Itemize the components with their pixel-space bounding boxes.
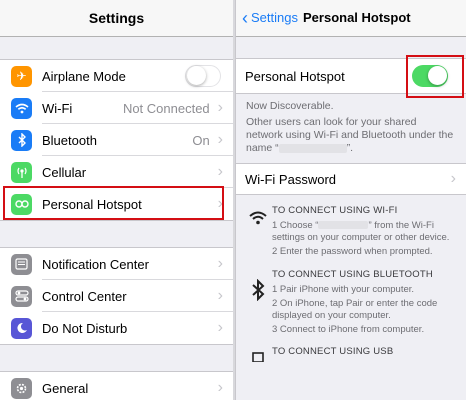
- chevron-right-icon: ›: [217, 287, 223, 304]
- bluetooth-icon: [244, 269, 272, 338]
- bluetooth-instructions-heading: TO CONNECT USING BLUETOOTH: [272, 269, 433, 280]
- settings-navbar: Settings: [0, 0, 233, 37]
- wifi-instructions-heading: TO CONNECT USING WI-FI: [272, 205, 398, 216]
- bluetooth-step-3: 3 Connect to iPhone from computer.: [272, 324, 425, 335]
- chevron-right-icon: ›: [450, 170, 456, 187]
- bluetooth-instructions: TO CONNECT USING BLUETOOTH 1 Pair iPhone…: [236, 269, 466, 338]
- bluetooth-icon: [11, 129, 32, 151]
- cellular-icon: [11, 161, 32, 183]
- wifi-status: Not Connected: [122, 100, 210, 116]
- back-label: Settings: [251, 10, 298, 25]
- row-label: Notification Center: [42, 256, 149, 272]
- settings-panel: Settings ✈ Airplane Mode Wi-Fi Not Conne…: [0, 0, 233, 400]
- bluetooth-status: On: [192, 132, 210, 148]
- row-label: Wi-Fi: [42, 100, 73, 116]
- usb-instructions-heading: TO CONNECT USING USB: [272, 346, 394, 357]
- row-control-center[interactable]: Control Center ›: [0, 280, 233, 312]
- notification-center-icon: [11, 253, 32, 275]
- row-label: Bluetooth: [42, 132, 97, 148]
- row-cellular[interactable]: Cellular ›: [0, 156, 233, 188]
- wifi-step-1: 1 Choose “” from the Wi-Fi settings on y…: [272, 220, 458, 244]
- row-airplane-mode[interactable]: ✈ Airplane Mode: [0, 60, 233, 92]
- usb-icon: [244, 346, 272, 362]
- chevron-right-icon: ›: [217, 163, 223, 180]
- chevron-right-icon: ›: [217, 255, 223, 272]
- hotspot-switch-highlight: [406, 55, 464, 98]
- page-title: Settings: [88, 10, 145, 26]
- wifi-icon: [244, 205, 272, 260]
- row-bluetooth[interactable]: Bluetooth On ›: [0, 124, 233, 156]
- row-wifi-password[interactable]: Wi-Fi Password ›: [236, 164, 466, 194]
- settings-group-system: Notification Center › Control Center › D…: [0, 247, 233, 345]
- wifi-password-group: Wi-Fi Password ›: [236, 163, 466, 195]
- discoverable-note: Now Discoverable. Other users can look f…: [236, 100, 466, 155]
- row-label: Personal Hotspot: [245, 68, 345, 84]
- settings-group-general: General ›: [0, 371, 233, 400]
- chevron-right-icon: ›: [217, 99, 223, 116]
- row-label: Wi-Fi Password: [245, 171, 337, 187]
- control-center-icon: [11, 285, 32, 307]
- bluetooth-step-1: 1 Pair iPhone with your computer.: [272, 284, 415, 295]
- wifi-step-2: 2 Enter the password when prompted.: [272, 246, 433, 257]
- network-name-redacted: [318, 221, 369, 230]
- row-label: Do Not Disturb: [42, 320, 128, 336]
- row-label: General: [42, 380, 89, 396]
- discoverable-text: Now Discoverable.: [246, 100, 334, 112]
- row-label: Airplane Mode: [42, 68, 126, 84]
- network-name-redacted: [278, 143, 347, 153]
- chevron-right-icon: ›: [217, 319, 223, 336]
- page-title: Personal Hotspot: [303, 10, 411, 25]
- share-description: Other users can look for your shared net…: [246, 116, 456, 155]
- row-label: Control Center: [42, 288, 127, 304]
- chevron-left-icon: ‹: [242, 7, 248, 28]
- do-not-disturb-icon: [11, 317, 32, 339]
- personal-hotspot-highlight: [3, 186, 224, 220]
- back-button[interactable]: ‹ Settings: [242, 7, 298, 28]
- gear-icon: [11, 377, 32, 399]
- airplane-mode-switch[interactable]: [185, 65, 221, 87]
- row-general[interactable]: General ›: [0, 372, 233, 400]
- wifi-icon: [11, 97, 32, 119]
- usb-instructions: TO CONNECT USING USB: [236, 346, 466, 362]
- share-text-end: ”.: [346, 142, 354, 154]
- row-wifi[interactable]: Wi-Fi Not Connected ›: [0, 92, 233, 124]
- row-notification-center[interactable]: Notification Center ›: [0, 248, 233, 280]
- hotspot-navbar: ‹ Settings Personal Hotspot: [236, 0, 466, 37]
- chevron-right-icon: ›: [217, 379, 223, 396]
- row-label: Cellular: [42, 164, 87, 180]
- chevron-right-icon: ›: [217, 131, 223, 148]
- bluetooth-step-2: 2 On iPhone, tap Pair or enter the code …: [272, 298, 438, 321]
- row-do-not-disturb[interactable]: Do Not Disturb ›: [0, 312, 233, 344]
- wifi-step-1-text: 1 Choose “: [272, 220, 319, 231]
- airplane-icon: ✈: [11, 65, 32, 87]
- personal-hotspot-panel: ‹ Settings Personal Hotspot Personal Hot…: [235, 0, 466, 400]
- wifi-instructions: TO CONNECT USING WI-FI 1 Choose “” from …: [236, 205, 466, 260]
